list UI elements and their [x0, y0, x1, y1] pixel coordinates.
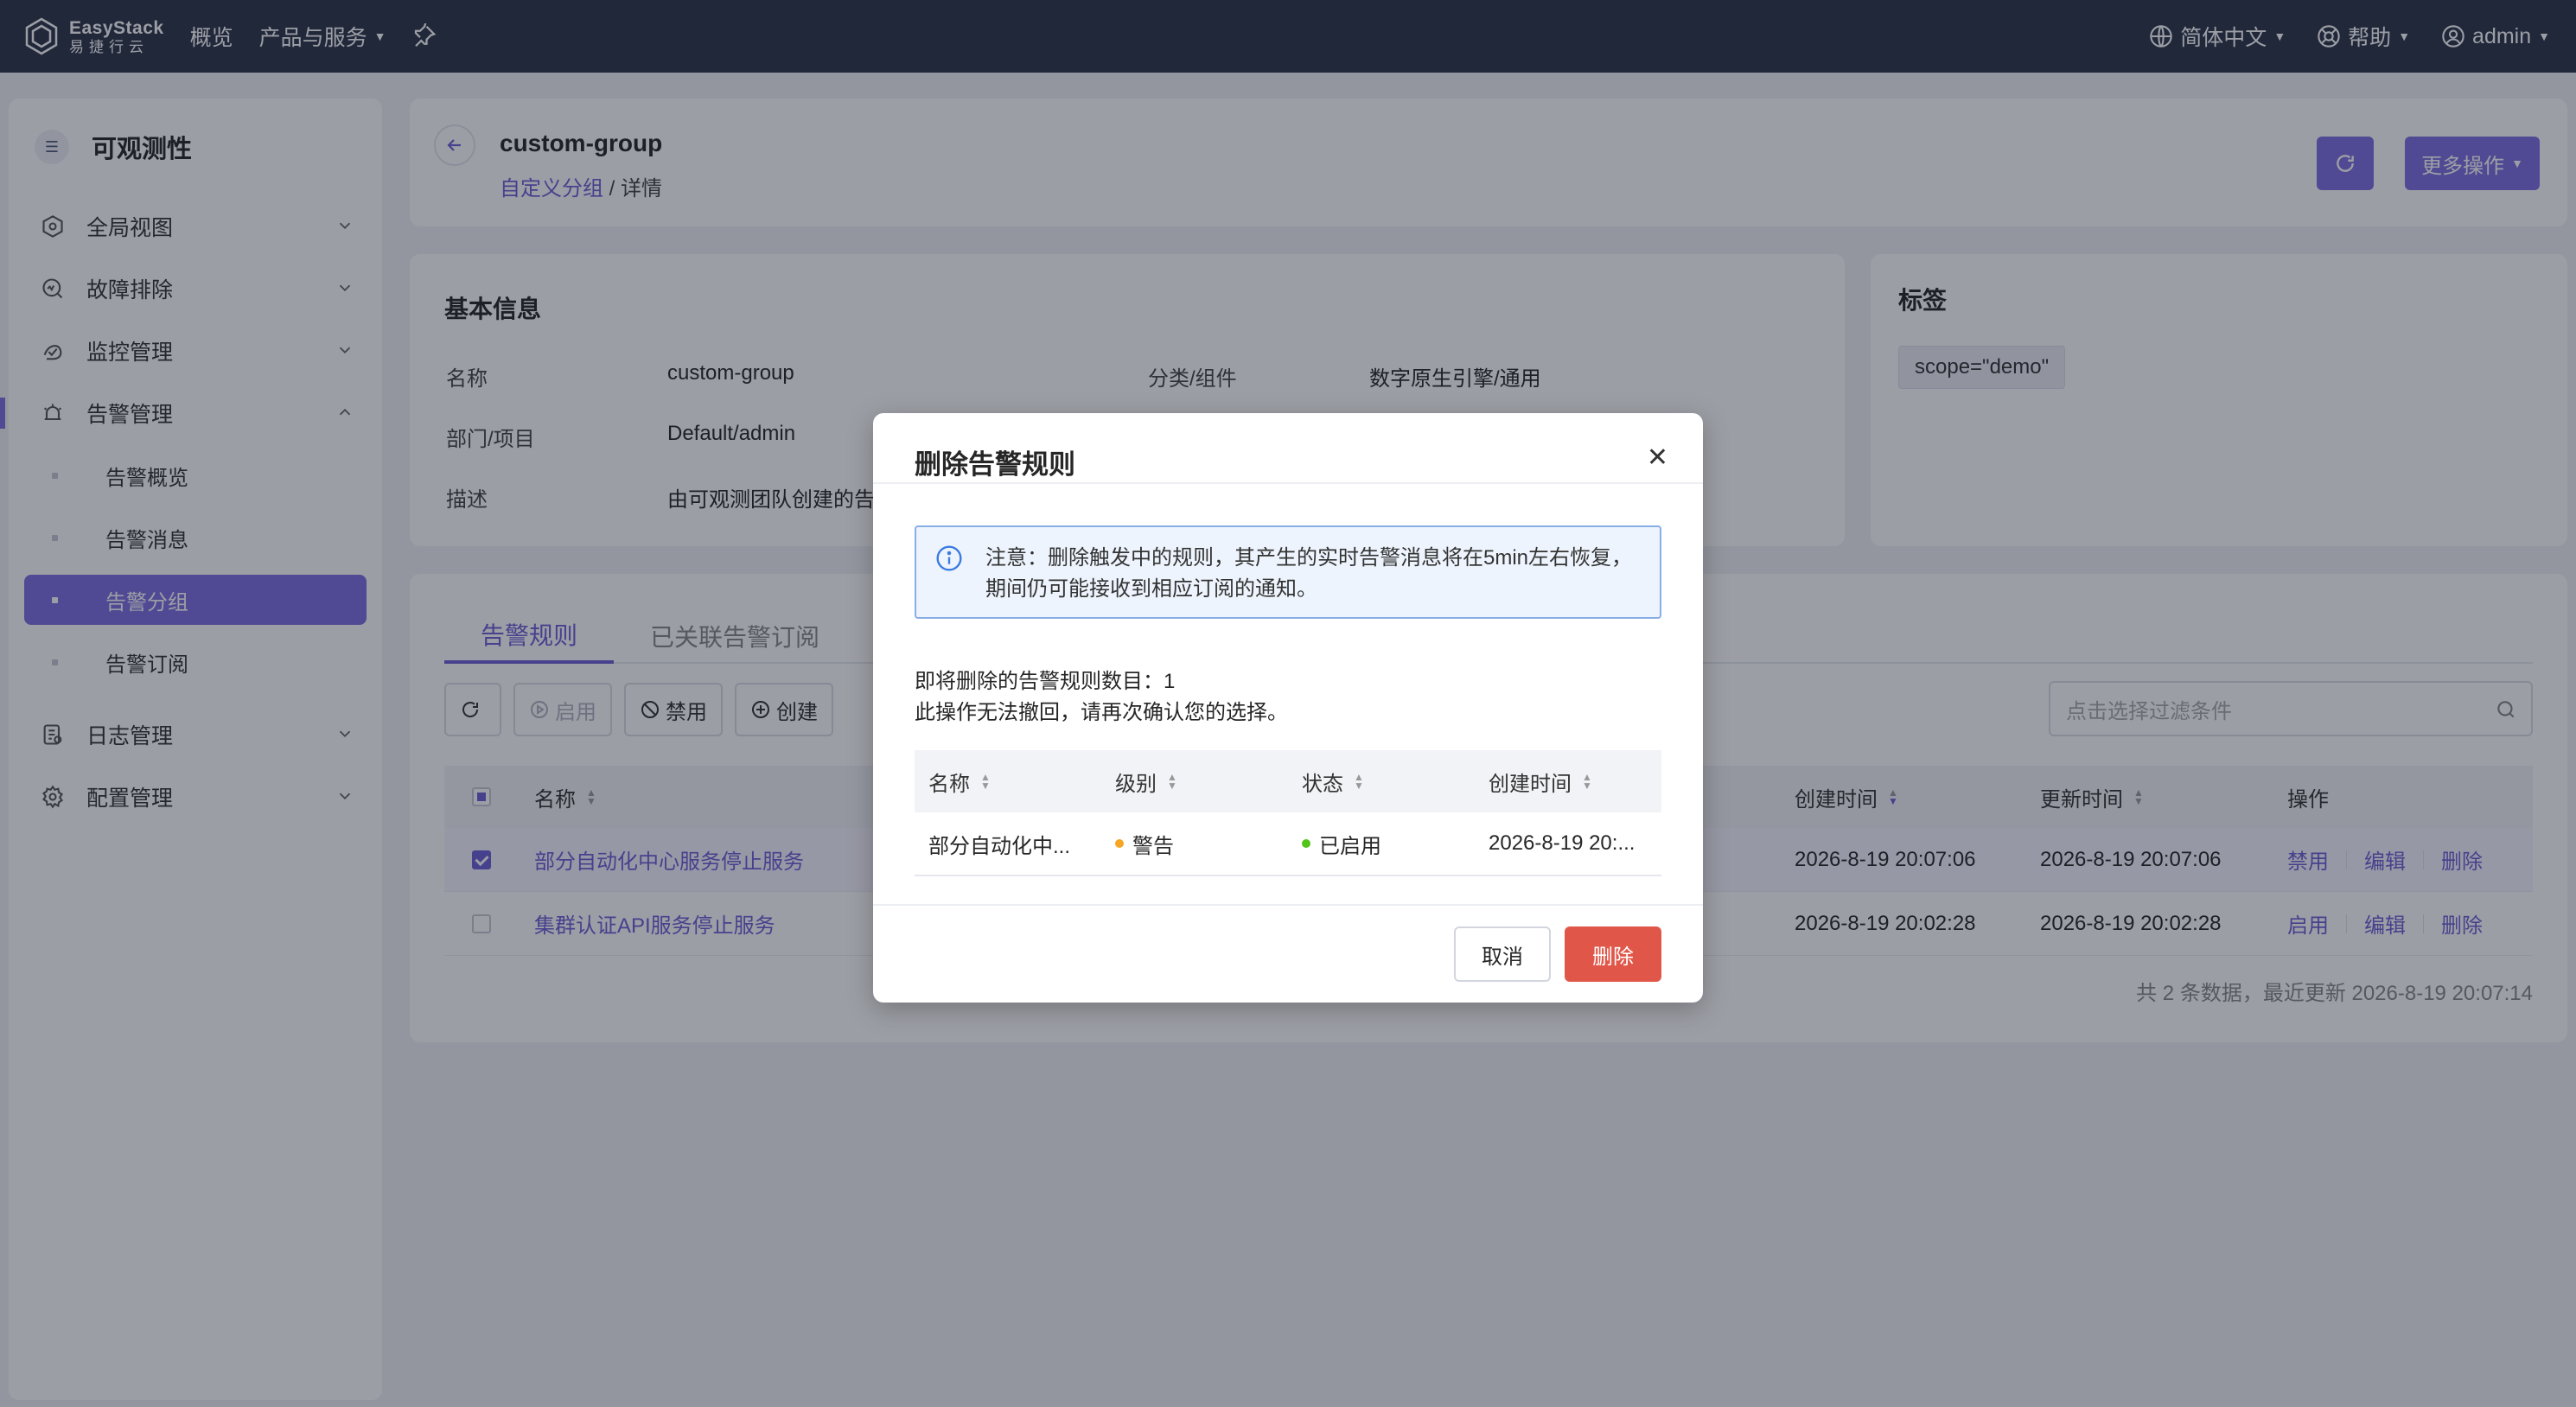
info-icon: [936, 545, 962, 571]
delete-count-text: 即将删除的告警规则数目：1: [915, 670, 1176, 693]
created-time: 2026-8-19 20:...: [1489, 831, 1636, 855]
column-created: 创建时间: [1489, 772, 1572, 796]
cancel-button[interactable]: 取消: [1454, 926, 1551, 982]
sort-icon[interactable]: ▲ ▼: [1167, 772, 1177, 791]
status-value: 已启用: [1319, 834, 1381, 858]
close-icon[interactable]: ✕: [1647, 442, 1668, 473]
dialog-title: 删除告警规则: [915, 449, 1075, 480]
dialog-table-header: 名称 ▲ ▼ 级别 ▲ ▼ 状态 ▲ ▼ 创建时间 ▲ ▼: [915, 750, 1661, 812]
column-name: 名称: [928, 772, 970, 796]
divider: [873, 482, 1703, 484]
irreversible-warning-text: 此操作无法撤回，请再次确认您的选择。: [915, 701, 1288, 724]
notice-text: 注意：删除触发中的规则，其产生的实时告警消息将在5min左右恢复，期间仍可能接收…: [985, 546, 1633, 601]
column-level: 级别: [1115, 772, 1157, 796]
notice-alert: 注意：删除触发中的规则，其产生的实时告警消息将在5min左右恢复，期间仍可能接收…: [915, 525, 1661, 619]
delete-items-table: 名称 ▲ ▼ 级别 ▲ ▼ 状态 ▲ ▼ 创建时间 ▲ ▼ 部分自动化中... 警告 已启用 2…: [915, 750, 1661, 876]
sort-icon[interactable]: ▲ ▼: [1582, 772, 1592, 791]
level-value: 警告: [1132, 834, 1174, 858]
divider: [873, 904, 1703, 906]
warning-dot-icon: [1115, 839, 1124, 848]
confirm-delete-button[interactable]: 删除: [1565, 926, 1661, 982]
sort-icon[interactable]: ▲ ▼: [1354, 772, 1364, 791]
enabled-dot-icon: [1302, 839, 1310, 848]
column-status: 状态: [1302, 772, 1343, 796]
dialog-table-row: 部分自动化中... 警告 已启用 2026-8-19 20:...: [915, 812, 1661, 876]
delete-rule-dialog: 删除告警规则 ✕ 注意：删除触发中的规则，其产生的实时告警消息将在5min左右恢…: [873, 413, 1703, 1003]
rule-name: 部分自动化中...: [928, 834, 1071, 858]
sort-icon[interactable]: ▲ ▼: [980, 772, 991, 791]
